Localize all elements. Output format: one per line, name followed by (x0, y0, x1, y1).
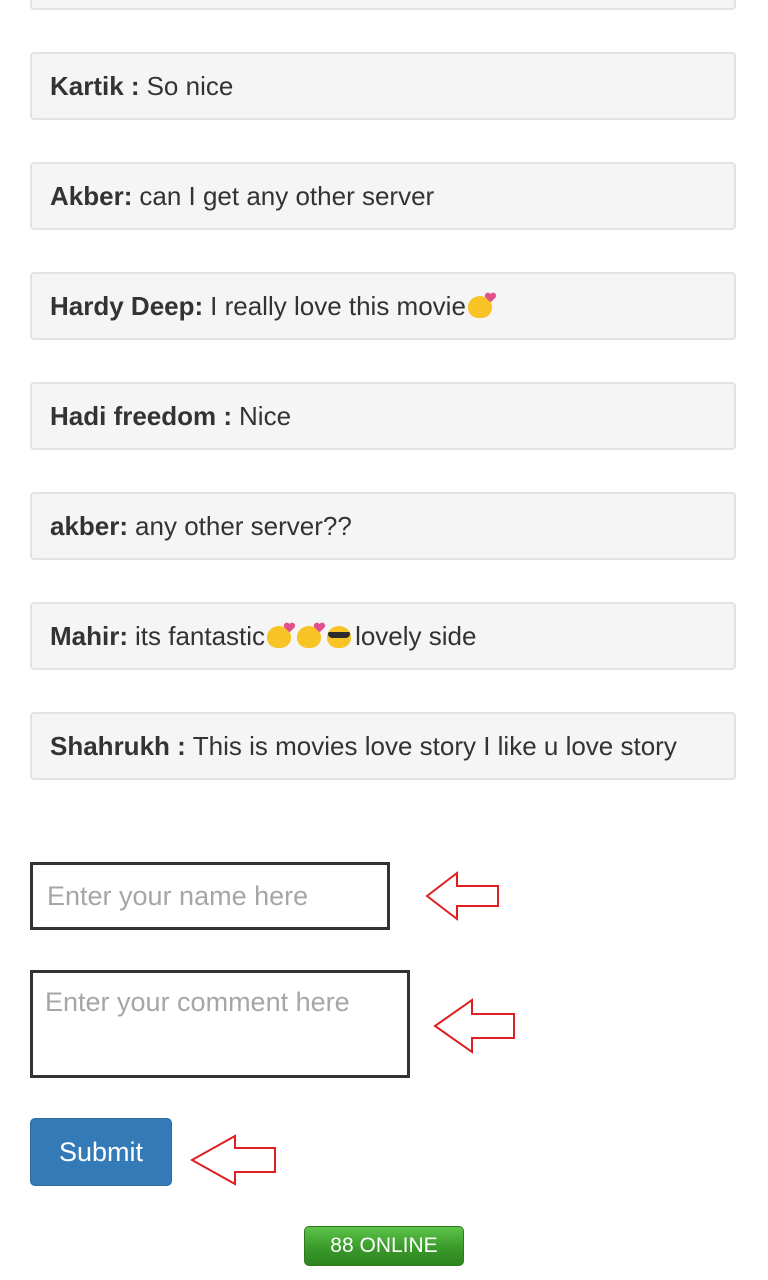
kiss-emoji-icon (466, 293, 496, 319)
comment-author: Shahrukh : (50, 730, 186, 761)
comment-text: This is movies love story I like u love … (192, 730, 677, 761)
comment-author: Akber: (50, 180, 133, 211)
comment-partial-top (30, 0, 736, 10)
comment-text: So nice (146, 70, 234, 101)
online-count-badge: 88 ONLINE (304, 1226, 464, 1266)
comment-kartik: Kartik : So nice (30, 52, 736, 120)
left-arrow-icon (433, 998, 515, 1054)
comment-shahrukh: Shahrukh : This is movies love story I l… (30, 712, 736, 780)
comment-text-after: lovely side (355, 620, 477, 651)
comment-author: Mahir: (50, 620, 128, 651)
left-arrow-icon (189, 1134, 276, 1186)
comment-input[interactable] (30, 970, 410, 1078)
comment-akber: Akber: can I get any other server (30, 162, 736, 230)
comment-text: I really love this movie (210, 290, 466, 321)
submit-button[interactable]: Submit (30, 1118, 172, 1186)
comment-text: its fantastic (135, 620, 266, 651)
comment-text: Nice (239, 400, 292, 431)
comment-akber-2: akber: any other server?? (30, 492, 736, 560)
kiss-emoji-icon (295, 623, 325, 649)
comment-text: can I get any other server (139, 180, 435, 211)
name-input[interactable] (30, 862, 390, 930)
left-arrow-icon (425, 870, 499, 922)
kiss-emoji-icon (265, 623, 295, 649)
comment-text: any other server?? (135, 510, 352, 541)
sunglasses-emoji-icon (325, 623, 355, 649)
comment-mahir: Mahir: its fantastic lovely side (30, 602, 736, 670)
comment-hadi-freedom: Hadi freedom : Nice (30, 382, 736, 450)
comment-author: Hardy Deep: (50, 290, 204, 321)
comment-author: Hadi freedom : (50, 400, 233, 431)
comment-hardy-deep: Hardy Deep: I really love this movie (30, 272, 736, 340)
comment-author: Kartik : (50, 70, 140, 101)
comment-author: akber: (50, 510, 129, 541)
